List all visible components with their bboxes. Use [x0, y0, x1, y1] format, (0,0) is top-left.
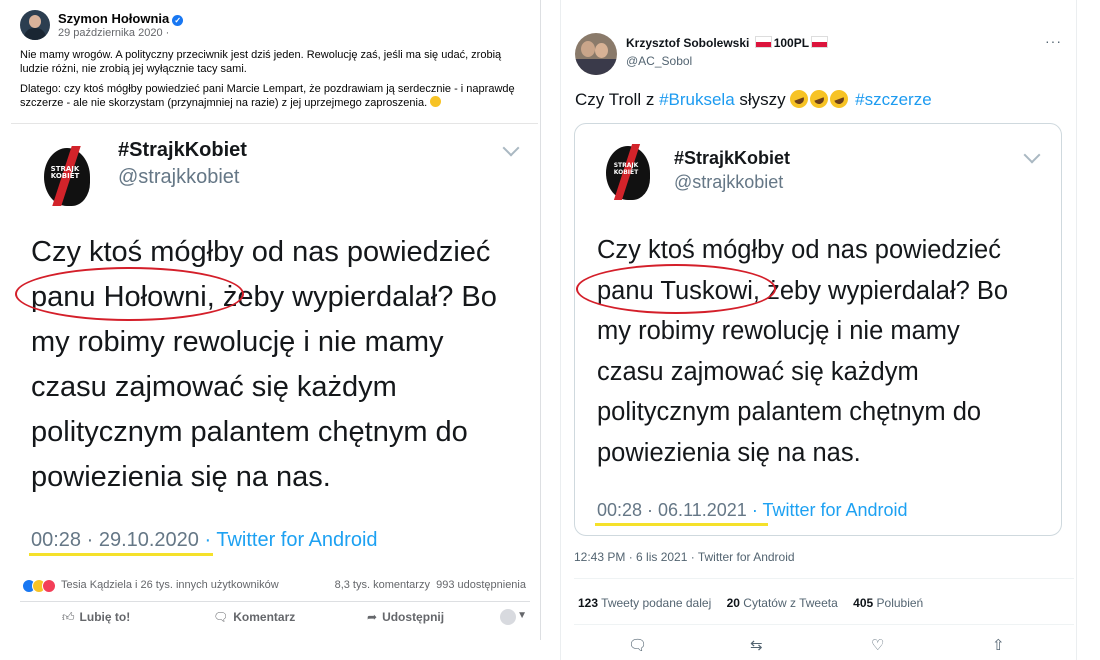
- author-name[interactable]: Szymon Hołownia ✓: [58, 11, 184, 26]
- author-handle[interactable]: @AC_Sobol: [626, 54, 692, 68]
- red-circle-annotation: [15, 267, 244, 321]
- heart-icon[interactable]: ♡: [871, 636, 884, 654]
- tweet-stats: 123 Tweety podane dalej 20 Cytatów z Twe…: [578, 596, 935, 610]
- embedded-timestamp: 00:28 · 06.11.2021 · Twitter for Android: [597, 500, 908, 520]
- post-text: Nie mamy wrogów. A polityczny przeciwnik…: [20, 48, 530, 116]
- rofl-emoji-icon: [787, 87, 811, 111]
- divider: [20, 601, 530, 602]
- retweets-stat[interactable]: 123 Tweety podane dalej: [578, 596, 711, 610]
- embedded-account-name: #StrajkKobiet: [118, 139, 247, 161]
- more-icon[interactable]: ···: [1045, 33, 1062, 49]
- yellow-underline-annotation: [595, 523, 768, 526]
- post-date[interactable]: 29 października 2020 ·: [58, 27, 169, 39]
- strajk-kobiet-logo: STRAJK KOBIET: [34, 142, 102, 210]
- comment-icon: 🗨︎: [213, 610, 229, 624]
- author-name[interactable]: Krzysztof Sobolewski 100PL: [626, 36, 830, 50]
- poland-flag-icon: [754, 36, 772, 48]
- tweet-actions: 🗨︎ ⇆ ♡ ⇧: [574, 636, 1074, 658]
- chevron-down-icon: [1023, 146, 1041, 164]
- smile-emoji-icon: [430, 96, 442, 107]
- avatar[interactable]: [575, 33, 617, 75]
- embedded-timestamp: 00:28 · 29.10.2020 · Twitter for Android: [31, 529, 378, 551]
- likes-stat[interactable]: 405 Polubień: [853, 596, 923, 610]
- love-reaction-icon: [42, 579, 56, 593]
- hashtag-link[interactable]: #szczerze: [855, 90, 932, 109]
- embedded-account-handle: @strajkkobiet: [118, 166, 240, 188]
- post-paragraph: Nie mamy wrogów. A polityczny przeciwnik…: [20, 49, 502, 75]
- post-actions: 👍︎ Lubię to! 🗨︎ Komentarz ➦ Udostępnij ▼: [20, 607, 530, 631]
- avatar[interactable]: [20, 10, 50, 40]
- chevron-down-icon: [502, 139, 520, 157]
- red-circle-annotation: [576, 264, 776, 314]
- share-button[interactable]: ➦ Udostępnij: [367, 610, 444, 624]
- tweet-timestamp[interactable]: 12:43 PM · 6 lis 2021 · Twitter for Andr…: [574, 550, 795, 564]
- divider: [574, 578, 1074, 579]
- embedded-account-handle: @strajkkobiet: [674, 172, 784, 192]
- rofl-emoji-icon: [807, 87, 831, 111]
- strajk-kobiet-logo: STRAJK KOBIET: [597, 140, 661, 204]
- embedded-tweet-image: STRAJK KOBIET #StrajkKobiet @strajkkobie…: [11, 123, 538, 569]
- quotes-stat[interactable]: 20 Cytatów z Tweeta: [727, 596, 838, 610]
- post-paragraph: Dlatego: czy ktoś mógłby powiedzieć pani…: [20, 83, 515, 109]
- post-stats[interactable]: 8,3 tys. komentarzy 993 udostępnienia: [335, 579, 526, 591]
- verified-icon: ✓: [172, 15, 184, 26]
- like-icon: 👍︎: [62, 610, 75, 624]
- reply-icon[interactable]: 🗨︎: [628, 636, 647, 654]
- upload-icon[interactable]: ⇧: [992, 636, 1005, 654]
- divider: [574, 624, 1074, 625]
- hashtag-link[interactable]: #Bruksela: [659, 90, 735, 109]
- tweet-text: Czy Troll z #Bruksela słyszy #szczerze: [575, 87, 932, 111]
- reactions-count[interactable]: Tesia Kądziela i 26 tys. innych użytkown…: [61, 579, 279, 591]
- caret-down-icon[interactable]: ▼: [517, 610, 527, 621]
- comment-button[interactable]: 🗨︎ Komentarz: [213, 610, 295, 624]
- like-button[interactable]: 👍︎ Lubię to!: [62, 610, 130, 625]
- reactions-bar: Tesia Kądziela i 26 tys. innych użytkown…: [22, 578, 532, 594]
- embedded-tweet-image[interactable]: STRAJK KOBIET #StrajkKobiet @strajkkobie…: [574, 123, 1062, 536]
- embedded-account-name: #StrajkKobiet: [674, 148, 791, 168]
- audience-avatar[interactable]: [500, 609, 516, 625]
- yellow-underline-annotation: [29, 553, 213, 556]
- share-icon: ➦: [367, 610, 378, 624]
- rofl-emoji-icon: [827, 87, 851, 111]
- poland-flag-icon: [811, 36, 829, 48]
- retweet-icon[interactable]: ⇆: [750, 636, 763, 654]
